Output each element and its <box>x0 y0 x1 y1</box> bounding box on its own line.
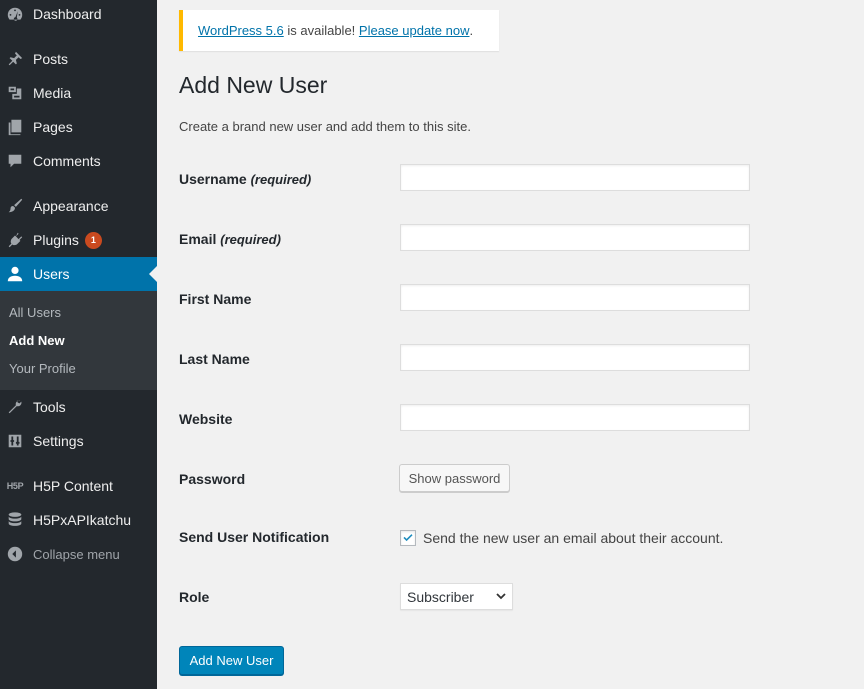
add-new-user-button[interactable]: Add New User <box>179 646 284 675</box>
notice-text: is available! <box>283 23 359 38</box>
role-label: Role <box>179 589 210 605</box>
first-name-input[interactable] <box>400 284 750 311</box>
username-input[interactable] <box>400 164 750 191</box>
h5p-icon: H5P <box>6 481 24 491</box>
username-label: Username (required) <box>179 171 312 187</box>
submenu-item-add-new[interactable]: Add New <box>9 333 65 348</box>
sidebar-item-posts[interactable]: Posts <box>0 42 157 76</box>
sidebar-item-media[interactable]: Media <box>0 76 157 110</box>
page-description: Create a brand new user and add them to … <box>179 119 471 134</box>
sidebar-item-appearance[interactable]: Appearance <box>0 189 157 223</box>
page-title: Add New User <box>179 72 328 98</box>
database-icon <box>5 510 25 530</box>
update-now-link[interactable]: Please update now <box>359 23 470 38</box>
email-input[interactable] <box>400 224 750 251</box>
sidebar-item-label: Posts <box>33 51 69 67</box>
update-count-badge: 1 <box>84 231 102 249</box>
role-select[interactable]: Subscriber <box>400 583 513 610</box>
dashboard-icon <box>5 4 25 24</box>
sidebar-item-label: Settings <box>33 433 84 449</box>
collapse-menu-label: Collapse menu <box>33 546 120 562</box>
submenu-item-all-users[interactable]: All Users <box>9 305 61 320</box>
sidebar-item-settings[interactable]: Settings <box>0 424 157 458</box>
email-label: Email (required) <box>179 231 281 247</box>
sidebar-item-label: Comments <box>33 153 101 169</box>
website-input[interactable] <box>400 404 750 431</box>
sidebar-item-users[interactable]: Users <box>0 257 157 291</box>
send-notification-checkbox[interactable] <box>400 530 416 546</box>
required-note: (required) <box>220 232 281 247</box>
sidebar-item-label: Users <box>33 266 70 282</box>
settings-icon <box>5 431 25 451</box>
admin-sidebar: Dashboard Posts Media Pages Comments App… <box>0 0 157 689</box>
update-notice: WordPress 5.6 is available! Please updat… <box>179 10 499 51</box>
comment-icon <box>5 151 25 171</box>
user-icon <box>5 264 25 284</box>
sidebar-item-label: Media <box>33 85 72 101</box>
sidebar-item-label: H5PxAPIkatchu <box>33 512 132 528</box>
website-label: Website <box>179 411 233 427</box>
users-submenu: All Users Add New Your Profile <box>0 291 157 390</box>
wordpress-version-link[interactable]: WordPress 5.6 <box>198 23 284 38</box>
first-name-label: First Name <box>179 291 252 307</box>
paintbrush-icon <box>5 196 25 216</box>
sidebar-item-comments[interactable]: Comments <box>0 144 157 178</box>
last-name-input[interactable] <box>400 344 750 371</box>
sidebar-item-dashboard[interactable]: Dashboard <box>0 0 157 31</box>
send-notification-text[interactable]: Send the new user an email about their a… <box>423 530 723 546</box>
collapse-menu-button[interactable]: Collapse menu <box>0 537 157 571</box>
sidebar-item-plugins[interactable]: Plugins 1 <box>0 223 157 257</box>
sidebar-item-pages[interactable]: Pages <box>0 110 157 144</box>
pages-icon <box>5 117 25 137</box>
wrench-icon <box>5 397 25 417</box>
password-label: Password <box>179 471 246 487</box>
sidebar-item-label: Tools <box>33 399 66 415</box>
sidebar-item-h5pxapikatchu[interactable]: H5PxAPIkatchu <box>0 503 157 537</box>
last-name-label: Last Name <box>179 351 250 367</box>
submenu-item-your-profile[interactable]: Your Profile <box>9 361 76 376</box>
notice-period: . <box>469 23 474 38</box>
collapse-arrow-icon <box>5 544 25 564</box>
pushpin-icon <box>5 49 25 69</box>
checkmark-icon <box>403 534 413 542</box>
plugin-icon <box>5 230 25 250</box>
show-password-button[interactable]: Show password <box>399 464 510 492</box>
sidebar-item-tools[interactable]: Tools <box>0 390 157 424</box>
sidebar-item-label: Pages <box>33 119 73 135</box>
media-icon <box>5 83 25 103</box>
chevron-down-icon <box>496 593 506 600</box>
sidebar-item-label: Dashboard <box>33 6 102 22</box>
sidebar-item-label: Plugins <box>33 232 79 248</box>
sidebar-item-label: Appearance <box>33 198 109 214</box>
notification-label: Send User Notification <box>179 529 330 545</box>
sidebar-item-h5p-content[interactable]: H5P H5P Content <box>0 469 157 503</box>
role-selected-value: Subscriber <box>407 588 474 605</box>
sidebar-item-label: H5P Content <box>33 478 113 494</box>
required-note: (required) <box>250 172 312 187</box>
